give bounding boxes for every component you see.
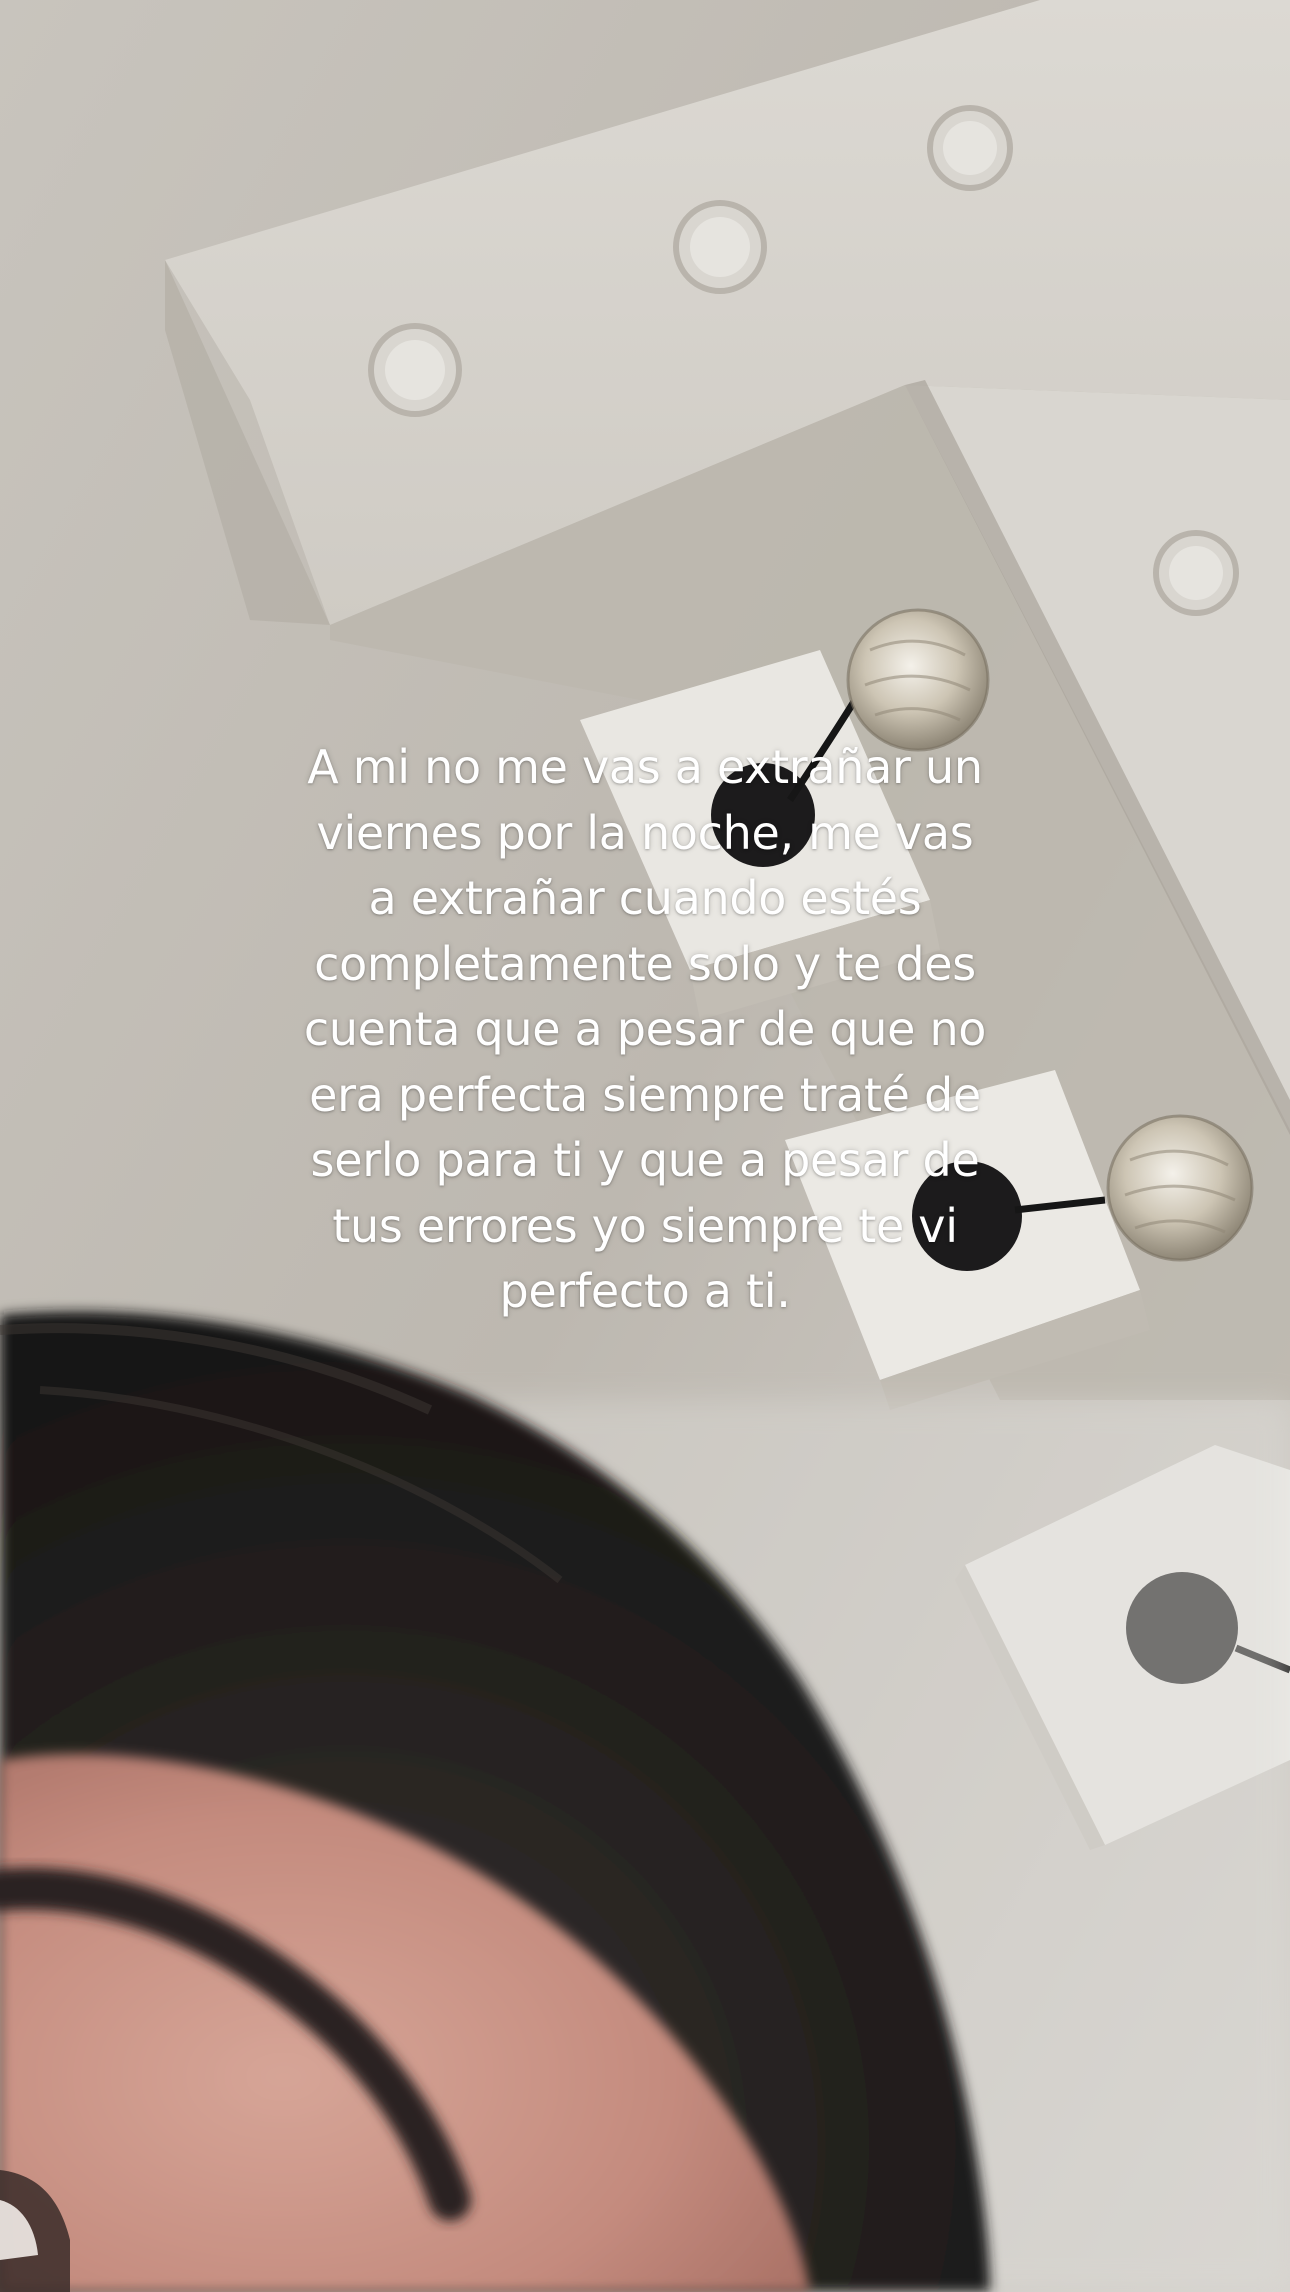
glass-bulb (1106, 1114, 1254, 1262)
glass-bulb (846, 608, 990, 752)
recessed-light (1153, 530, 1239, 616)
recessed-light (927, 105, 1013, 191)
story-caption: A mi no me vas a extrañar un viernes por… (303, 740, 987, 1318)
recessed-light (673, 200, 767, 294)
recessed-light (368, 323, 462, 417)
story-photo: A mi no me vas a extrañar un viernes por… (0, 0, 1290, 2292)
